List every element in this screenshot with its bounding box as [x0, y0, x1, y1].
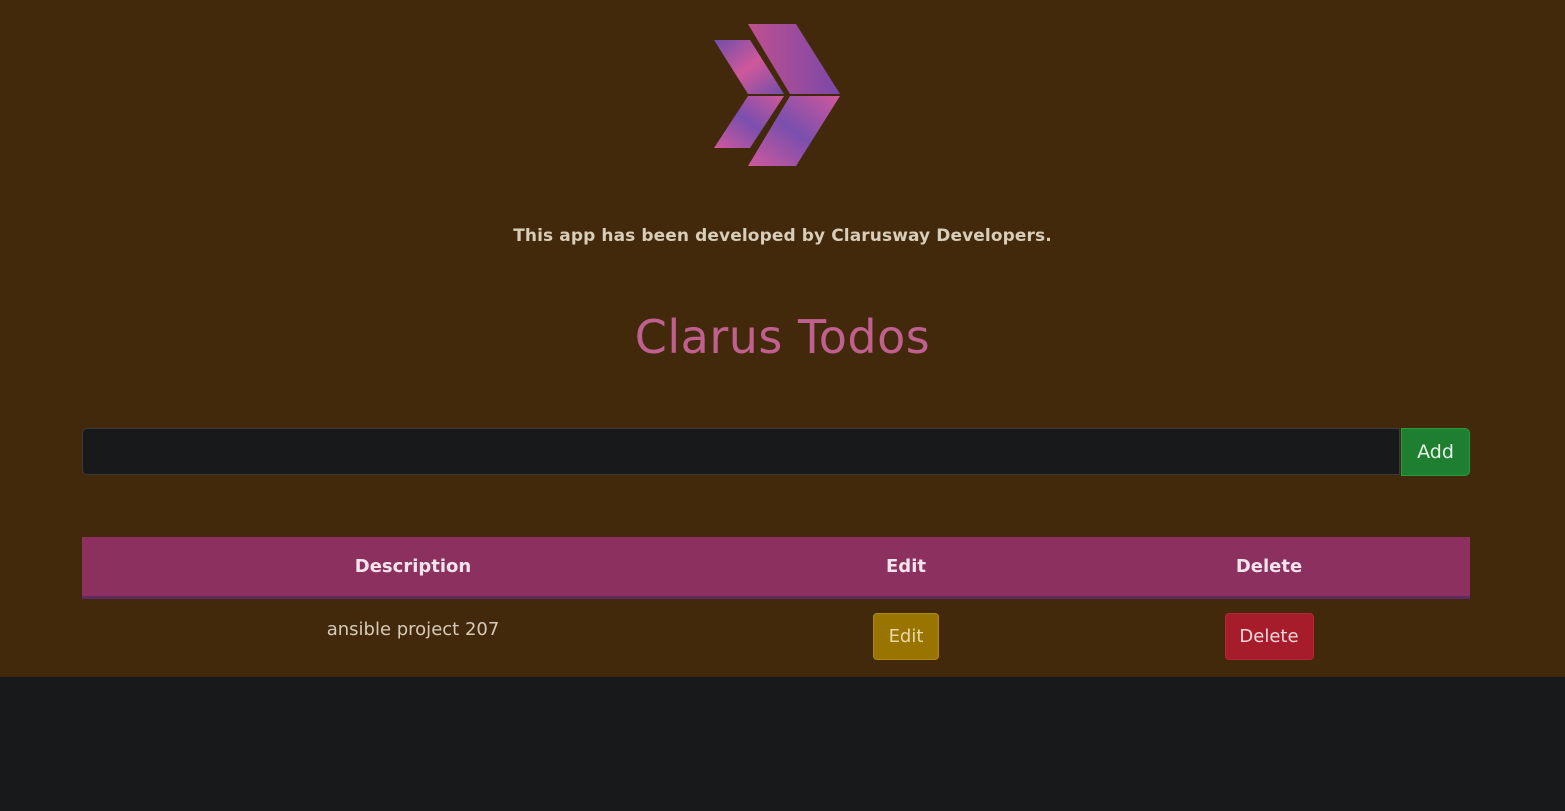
column-header-edit: Edit	[744, 537, 1068, 599]
edit-todo-button[interactable]: Edit	[873, 612, 939, 660]
todo-table: Description Edit Delete ansible project …	[82, 537, 1470, 677]
todo-description-cell: ansible project 207	[326, 619, 500, 640]
add-todo-button[interactable]: Add	[1401, 428, 1470, 476]
todo-description-input[interactable]	[82, 428, 1400, 475]
column-header-delete: Delete	[1068, 537, 1470, 599]
edit-cell: Edit	[744, 598, 1068, 678]
column-header-description: Description	[82, 537, 744, 599]
delete-cell: Delete	[1068, 598, 1470, 678]
table-header-row: Description Edit Delete	[82, 537, 1470, 599]
delete-todo-button[interactable]: Delete	[1224, 612, 1314, 660]
page-title: Clarus Todos	[634, 310, 931, 364]
app-container: This app has been developed by Clarusway…	[0, 0, 1565, 677]
table-row: ansible project 207 Edit Delete	[82, 598, 1470, 678]
clarusway-logo-icon	[714, 24, 840, 166]
developer-credit-text: This app has been developed by Clarusway…	[513, 226, 1052, 246]
